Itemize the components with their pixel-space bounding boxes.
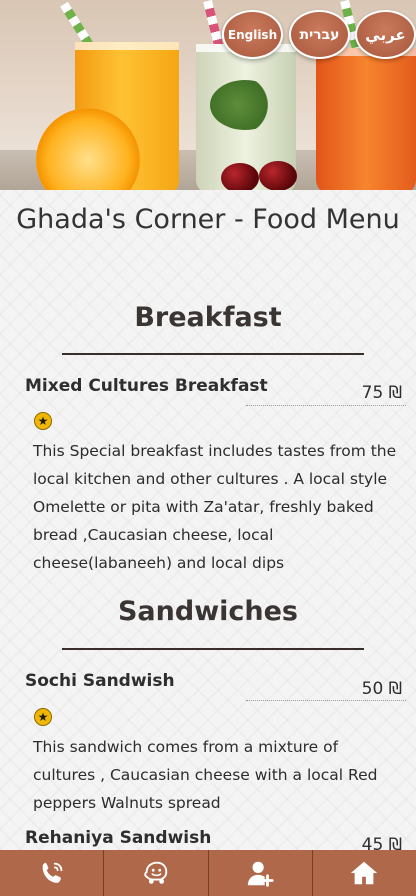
home-icon xyxy=(351,861,378,885)
star-icon: ★ xyxy=(34,412,52,430)
contact-button[interactable] xyxy=(207,850,312,896)
item-price: 75 ₪ xyxy=(361,383,402,403)
price-dots xyxy=(246,405,406,406)
star-icon: ★ xyxy=(34,708,52,726)
navigate-button[interactable] xyxy=(103,850,207,896)
section-divider xyxy=(62,353,364,355)
item-price: 45 ₪ xyxy=(361,835,402,850)
add-user-icon xyxy=(247,861,274,887)
home-button[interactable] xyxy=(311,850,416,896)
hero-image: English עברית عربي xyxy=(0,0,416,190)
waze-icon xyxy=(144,861,168,884)
item-price: 50 ₪ xyxy=(361,679,402,699)
phone-icon xyxy=(42,862,62,883)
language-arabic-button[interactable]: عربي xyxy=(355,10,416,59)
language-english-button[interactable]: English xyxy=(222,10,283,59)
price-dots xyxy=(246,700,406,701)
section-divider xyxy=(62,648,364,650)
section-title-sandwiches: Sandwiches xyxy=(117,596,299,627)
call-button[interactable] xyxy=(0,850,103,896)
item-description: This Special breakfast includes tastes f… xyxy=(33,442,397,572)
item-name: Sochi Sandwish xyxy=(25,671,175,691)
item-name: Mixed Cultures Breakfast xyxy=(25,376,268,396)
menu-content[interactable]: Ghada's Corner - Food Menu Breakfast Mix… xyxy=(0,190,416,850)
language-hebrew-button[interactable]: עברית xyxy=(289,10,350,59)
item-description: This sandwich comes from a mixture of cu… xyxy=(33,738,378,812)
section-title-breakfast: Breakfast xyxy=(134,302,282,333)
page-title: Ghada's Corner - Food Menu xyxy=(16,204,400,235)
item-name: Rehaniya Sandwish xyxy=(25,828,212,848)
bottom-nav xyxy=(0,850,416,896)
